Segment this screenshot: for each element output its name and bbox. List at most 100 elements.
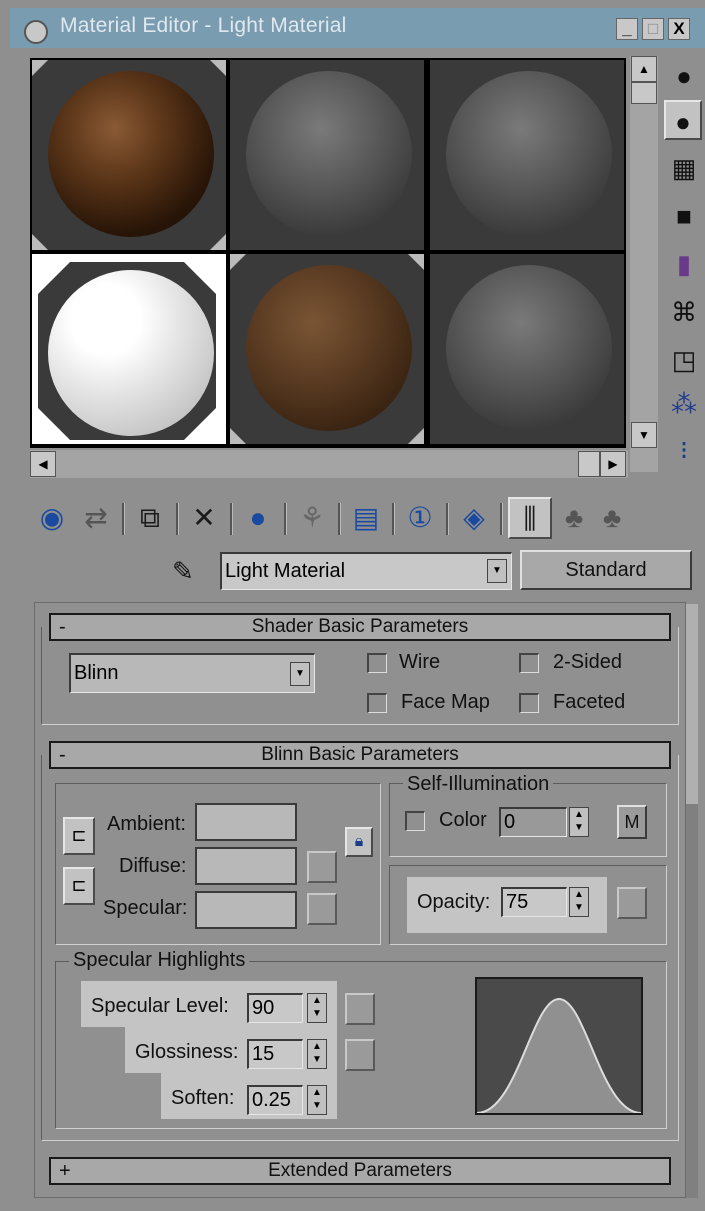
sample-slot-3[interactable] — [430, 60, 624, 250]
scroll-up-icon[interactable]: ▲ — [631, 56, 657, 82]
specular-highlights-title: Specular Highlights — [69, 949, 250, 972]
rollout-panel: - Shader Basic Parameters Blinn ▼ Wire 2… — [34, 602, 686, 1198]
material-type-button[interactable]: Standard — [520, 550, 692, 590]
video-color-check-icon[interactable]: ▮ — [664, 244, 704, 284]
diffuse-label: Diffuse: — [119, 855, 187, 877]
ambient-label: Ambient: — [107, 813, 186, 835]
specular-level-label: Specular Level: — [91, 995, 229, 1017]
go-forward-to-sibling-icon[interactable]: ♣ — [594, 495, 630, 541]
sample-slot-5[interactable] — [230, 254, 424, 444]
glossiness-spinner[interactable]: ▲ ▼ — [307, 1039, 327, 1069]
self-illum-value-field[interactable]: 0 — [499, 807, 567, 837]
material-sphere — [446, 265, 612, 431]
highlight-curve — [477, 997, 641, 1113]
face-map-checkbox[interactable] — [367, 693, 387, 713]
sample-slots-grid — [30, 58, 626, 448]
sample-slot-4-active[interactable] — [32, 254, 226, 444]
scroll-down-icon[interactable]: ▼ — [631, 422, 657, 448]
uv-tiling-icon[interactable]: ■ — [664, 196, 704, 236]
minimize-button[interactable]: _ — [616, 18, 638, 40]
make-unique-icon[interactable]: ⚘ — [292, 495, 332, 541]
background-icon[interactable]: ▦ — [664, 148, 704, 188]
material-name-field[interactable]: Light Material ▼ — [220, 552, 512, 590]
two-sided-label: 2-Sided — [553, 651, 622, 673]
specular-color-swatch[interactable] — [195, 891, 297, 929]
assign-to-selection-icon[interactable]: ⧉ — [130, 495, 170, 541]
specular-level-map-button[interactable] — [345, 993, 375, 1025]
shader-type-value: Blinn — [74, 662, 119, 684]
specular-level-field[interactable]: 90 — [247, 993, 303, 1023]
material-sphere — [246, 265, 412, 431]
diffuse-map-button[interactable] — [307, 851, 337, 883]
material-sphere — [48, 270, 214, 436]
maximize-button[interactable]: □ — [642, 18, 664, 40]
chevron-down-icon[interactable]: ▼ — [290, 662, 310, 686]
faceted-label: Faceted — [553, 691, 626, 713]
specular-level-spinner[interactable]: ▲ ▼ — [307, 993, 327, 1023]
material-sphere — [446, 71, 612, 237]
opacity-field[interactable]: 75 — [501, 887, 567, 917]
chevron-down-icon[interactable]: ▼ — [487, 559, 507, 583]
window-title: Material Editor - Light Material — [60, 14, 347, 37]
self-illum-map-button[interactable]: M — [617, 805, 647, 839]
lock-diffuse-specular-map-icon[interactable]: ⊏ — [63, 867, 95, 905]
self-illum-spinner[interactable]: ▲ ▼ — [569, 807, 589, 837]
title-bar[interactable]: Material Editor - Light Material _ □ X — [10, 8, 705, 48]
close-button[interactable]: X — [668, 18, 690, 40]
opacity-map-button[interactable] — [617, 887, 647, 919]
material-name-value: Light Material — [225, 560, 346, 582]
get-material-icon[interactable]: ◉ — [30, 495, 74, 541]
show-map-in-viewport-icon[interactable]: ◈ — [454, 495, 494, 541]
shader-type-dropdown[interactable]: Blinn ▼ — [69, 653, 315, 693]
material-map-navigator-icon[interactable]: ⁝ — [664, 430, 704, 470]
sample-slot-6[interactable] — [430, 254, 624, 444]
two-sided-checkbox[interactable] — [519, 653, 539, 673]
app-icon — [24, 20, 48, 44]
rollout-scrollbar[interactable] — [686, 604, 698, 1198]
material-sphere — [48, 71, 214, 237]
soften-field[interactable]: 0.25 — [247, 1085, 303, 1115]
self-illum-color-checkbox[interactable] — [405, 811, 425, 831]
sample-slot-2[interactable] — [230, 60, 424, 250]
material-effects-channel-icon[interactable]: ① — [400, 495, 440, 541]
select-by-material-icon[interactable]: ⁂ — [664, 384, 704, 424]
slots-vertical-scrollbar[interactable]: ▲ ▼ — [630, 56, 658, 472]
faceted-checkbox[interactable] — [519, 693, 539, 713]
make-copy-icon[interactable]: ● — [238, 495, 278, 541]
make-preview-icon[interactable]: ⌘ — [664, 292, 704, 332]
show-end-result-icon[interactable]: ⫼ — [508, 497, 552, 539]
rollout-scroll-thumb[interactable] — [686, 604, 698, 804]
pick-material-from-object-icon[interactable]: ✎ — [172, 556, 194, 587]
extended-parameters-rollout-header[interactable]: + Extended Parameters — [49, 1157, 671, 1185]
glossiness-map-button[interactable] — [345, 1039, 375, 1071]
wire-label: Wire — [399, 651, 441, 673]
glossiness-field[interactable]: 15 — [247, 1039, 303, 1069]
go-to-parent-icon[interactable]: ♣ — [556, 495, 592, 541]
put-to-library-icon[interactable]: ▤ — [346, 495, 386, 541]
specular-map-button[interactable] — [307, 893, 337, 925]
soften-label: Soften: — [171, 1087, 235, 1109]
sample-slot-1[interactable] — [32, 60, 226, 250]
soften-spinner[interactable]: ▲ ▼ — [307, 1085, 327, 1115]
opacity-spinner[interactable]: ▲ ▼ — [569, 887, 589, 917]
scroll-thumb[interactable] — [578, 451, 600, 477]
scroll-thumb[interactable] — [631, 82, 657, 104]
scroll-left-icon[interactable]: ◀ — [30, 451, 56, 477]
scroll-right-icon[interactable]: ▶ — [600, 451, 626, 477]
lock-icon[interactable]: 🔒︎ — [345, 827, 373, 857]
diffuse-color-swatch[interactable] — [195, 847, 297, 885]
wire-checkbox[interactable] — [367, 653, 387, 673]
options-icon[interactable]: ◳ — [664, 340, 704, 380]
material-sphere — [246, 71, 412, 237]
lock-ambient-diffuse-map-icon[interactable]: ⊏ — [63, 817, 95, 855]
reset-icon[interactable]: ✕ — [184, 495, 224, 541]
self-illumination-title: Self-Illumination — [403, 773, 554, 796]
put-to-scene-icon[interactable]: ⇄ — [76, 495, 116, 541]
sample-type-icon[interactable]: ● — [664, 56, 704, 96]
glossiness-label: Glossiness: — [135, 1041, 239, 1063]
ambient-color-swatch[interactable] — [195, 803, 297, 841]
material-toolbar: ◉ ⇄ ⧉ ✕ ● ⚘ ▤ ① ◈ ⫼ ♣ ♣ — [30, 495, 700, 545]
slots-horizontal-scrollbar[interactable]: ◀ ▶ — [30, 450, 628, 478]
self-illum-color-label: Color — [439, 809, 487, 831]
backlight-icon[interactable]: ● — [664, 100, 702, 140]
